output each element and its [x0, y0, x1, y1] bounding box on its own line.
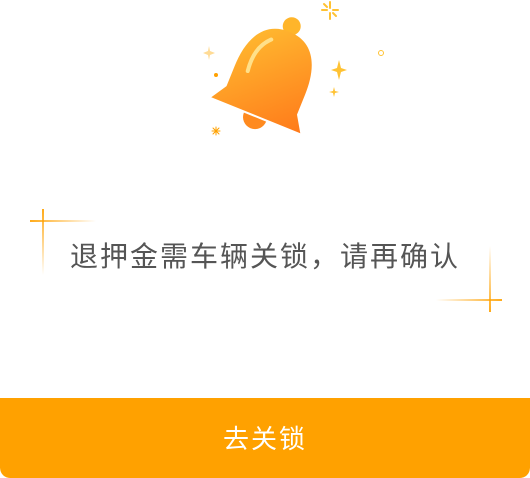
lock-reminder-message: 退押金需车辆关锁，请再确认	[69, 240, 460, 273]
bell-icon	[211, 17, 312, 134]
ring-decoration	[378, 50, 384, 56]
bell-illustration	[203, 1, 384, 136]
star-icon	[329, 87, 339, 97]
star-icon	[203, 46, 215, 60]
lock-reminder-dialog: 退押金需车辆关锁，请再确认 去关锁	[0, 0, 530, 478]
dot-decoration	[214, 73, 218, 77]
sparkle-icon	[321, 1, 339, 20]
sparkle-icon	[211, 126, 221, 136]
star-icon	[331, 60, 347, 80]
go-lock-button[interactable]: 去关锁	[0, 398, 530, 478]
